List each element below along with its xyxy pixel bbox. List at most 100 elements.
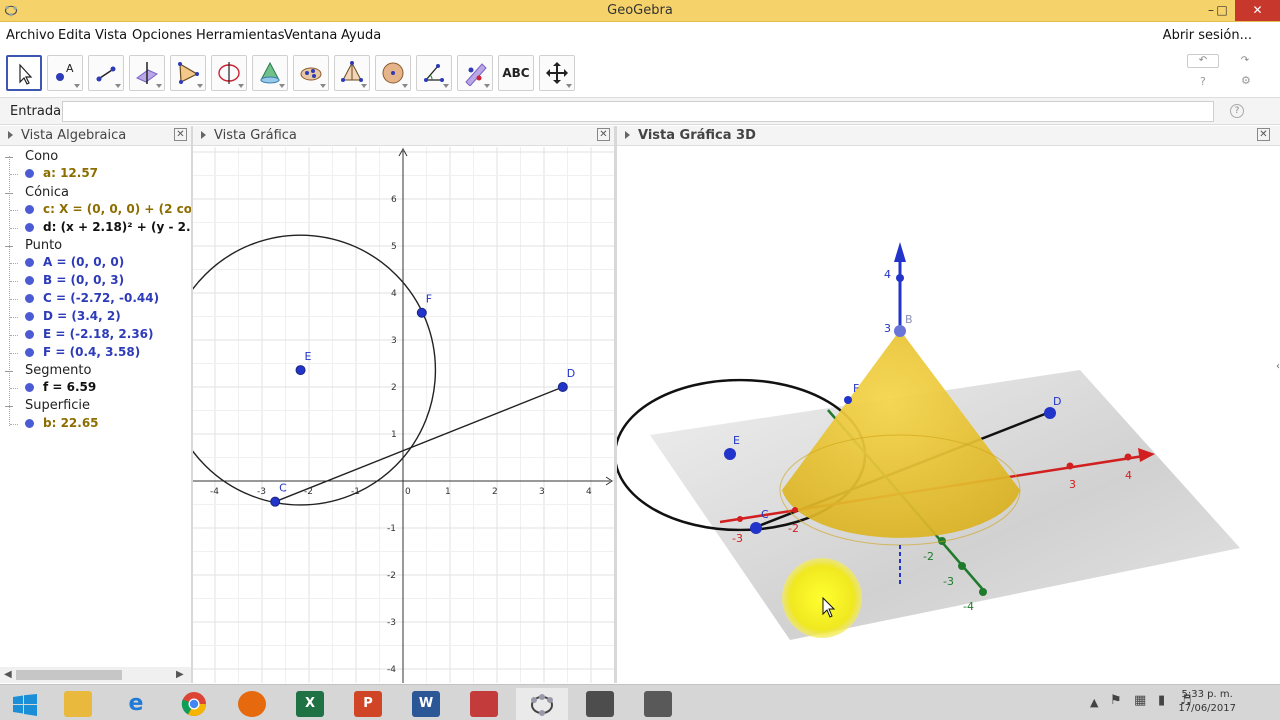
menu-edita[interactable]: Edita bbox=[58, 28, 91, 43]
menu-herramientas[interactable]: Herramientas bbox=[196, 28, 285, 43]
category-cono[interactable]: Cono bbox=[0, 148, 191, 166]
taskbar-camtasia-recorder[interactable] bbox=[632, 688, 684, 720]
undo-button[interactable]: ↶ bbox=[1187, 54, 1219, 68]
taskbar-firefox[interactable] bbox=[226, 688, 278, 720]
visibility-toggle-icon[interactable] bbox=[25, 258, 34, 267]
intersect-surfaces-tool-button[interactable] bbox=[252, 55, 288, 91]
visibility-toggle-icon[interactable] bbox=[25, 312, 34, 321]
taskbar-camtasia[interactable] bbox=[574, 688, 626, 720]
taskbar-ie[interactable]: e bbox=[110, 688, 162, 720]
graphics3d-view-close-icon[interactable]: ✕ bbox=[1257, 128, 1270, 141]
point-d-3d[interactable] bbox=[1044, 407, 1056, 419]
graphics-view-close-icon[interactable]: ✕ bbox=[597, 128, 610, 141]
taskbar-chrome[interactable] bbox=[168, 688, 220, 720]
algebra-horizontal-scrollbar[interactable]: ◀ ▶ bbox=[0, 667, 191, 683]
algebra-item-d[interactable]: d: (x + 2.18)² + (y - 2.36 bbox=[0, 219, 191, 237]
move-view-tool-button[interactable] bbox=[539, 55, 575, 91]
graphics-3d-canvas[interactable]: 4 3 B D E C F 3 4 -2 -3 -2 -3 -4 bbox=[617, 147, 1280, 683]
help-icon[interactable]: ? bbox=[1200, 75, 1206, 88]
reflect-tool-button[interactable] bbox=[457, 55, 493, 91]
point-c[interactable] bbox=[270, 496, 281, 507]
intersect-surfaces-tool-icon bbox=[260, 61, 280, 84]
algebra-view-close-icon[interactable]: ✕ bbox=[174, 128, 187, 141]
category-superficie[interactable]: Superficie bbox=[0, 397, 191, 415]
sign-in-link[interactable]: Abrir sesión... bbox=[1163, 28, 1252, 43]
menu-opciones[interactable]: Opciones bbox=[132, 28, 192, 43]
point-e-3d[interactable] bbox=[724, 448, 736, 460]
algebra-item-point-b[interactable]: B = (0, 0, 3) bbox=[0, 272, 191, 290]
menu-vista[interactable]: Vista bbox=[95, 28, 127, 43]
menu-archivo[interactable]: Archivo bbox=[6, 28, 55, 43]
text-tool-button[interactable]: ABC bbox=[498, 55, 534, 91]
algebra-item-b[interactable]: b: 22.65 bbox=[0, 415, 191, 433]
algebra-item-point-d[interactable]: D = (3.4, 2) bbox=[0, 308, 191, 326]
visibility-toggle-icon[interactable] bbox=[25, 276, 34, 285]
visibility-toggle-icon[interactable] bbox=[25, 223, 34, 232]
menu-ventana[interactable]: Ventana bbox=[284, 28, 337, 43]
point-f[interactable] bbox=[416, 307, 427, 318]
visibility-toggle-icon[interactable] bbox=[25, 169, 34, 178]
algebra-item-a[interactable]: a: 12.57 bbox=[0, 165, 191, 183]
close-button[interactable]: ✕ bbox=[1235, 0, 1280, 21]
tree-connector bbox=[10, 353, 18, 354]
algebra-item-point-c[interactable]: C = (-2.72, -0.44) bbox=[0, 290, 191, 308]
network-icon[interactable]: ▦ bbox=[1134, 693, 1146, 708]
visibility-toggle-icon[interactable] bbox=[25, 330, 34, 339]
move-tool-button[interactable] bbox=[6, 55, 42, 91]
point-e[interactable] bbox=[295, 365, 306, 376]
circle-tool-button[interactable] bbox=[211, 55, 247, 91]
tray-expand-icon[interactable]: ▲ bbox=[1090, 696, 1098, 709]
algebra-item-point-a[interactable]: A = (0, 0, 0) bbox=[0, 254, 191, 272]
point-d[interactable] bbox=[557, 382, 568, 392]
taskbar-geogebra[interactable] bbox=[516, 688, 568, 720]
algebra-item-f[interactable]: f = 6.59 bbox=[0, 379, 191, 397]
graphics3d-view-expand-icon[interactable] bbox=[625, 131, 630, 139]
visibility-toggle-icon[interactable] bbox=[25, 348, 34, 357]
algebra-item-point-e[interactable]: E = (-2.18, 2.36) bbox=[0, 326, 191, 344]
perpendicular-tool-button[interactable] bbox=[129, 55, 165, 91]
taskbar-word[interactable]: W bbox=[400, 688, 452, 720]
input-help-icon[interactable]: ? bbox=[1230, 104, 1244, 118]
category-punto[interactable]: Punto bbox=[0, 237, 191, 255]
point-c-3d[interactable] bbox=[750, 522, 762, 534]
line-tool-button[interactable] bbox=[88, 55, 124, 91]
category-segmento[interactable]: Segmento bbox=[0, 362, 191, 380]
pyramid-tool-button[interactable] bbox=[293, 55, 329, 91]
panel-collapse-arrow-icon[interactable]: ‹ bbox=[1276, 361, 1280, 372]
pyramid-net-tool-button[interactable] bbox=[334, 55, 370, 91]
taskbar-explorer[interactable] bbox=[52, 688, 104, 720]
visibility-toggle-icon[interactable] bbox=[25, 383, 34, 392]
point-tool-button[interactable]: A bbox=[47, 55, 83, 91]
scroll-left-icon[interactable]: ◀ bbox=[4, 669, 12, 680]
point-b-3d[interactable] bbox=[894, 325, 906, 337]
angle-tool-button[interactable] bbox=[416, 55, 452, 91]
input-field[interactable] bbox=[62, 101, 1214, 122]
scroll-thumb[interactable] bbox=[16, 670, 122, 680]
graphics-view-3d[interactable]: 4 3 B D E C F 3 4 -2 -3 -2 -3 -4 ‹ bbox=[617, 147, 1280, 683]
polygon-tool-button[interactable] bbox=[170, 55, 206, 91]
redo-button[interactable]: ↷ bbox=[1229, 54, 1261, 68]
taskbar-powerpoint[interactable]: P bbox=[342, 688, 394, 720]
graphics-view-2d[interactable]: -4 -3 -2 -1 0 1 2 3 4 1 2 3 4 5 6 -1 -2 -3 -4 C D E F bbox=[193, 147, 614, 683]
taskbar-presentation[interactable] bbox=[458, 688, 510, 720]
graphics-view-expand-icon[interactable] bbox=[201, 131, 206, 139]
sphere-tool-button[interactable] bbox=[375, 55, 411, 91]
start-button[interactable] bbox=[0, 688, 52, 720]
scroll-right-icon[interactable]: ▶ bbox=[176, 669, 184, 680]
visibility-toggle-icon[interactable] bbox=[25, 205, 34, 214]
graphics-2d-canvas[interactable]: -4 -3 -2 -1 0 1 2 3 4123456-1-2-3-4CDEF bbox=[193, 147, 614, 683]
action-center-icon[interactable]: ⚑ bbox=[1110, 693, 1122, 708]
taskbar-clock[interactable]: 5:33 p. m. 17/06/2017 bbox=[1178, 688, 1236, 716]
taskbar-excel[interactable]: X bbox=[284, 688, 336, 720]
algebra-view-expand-icon[interactable] bbox=[8, 131, 13, 139]
point-f-3d[interactable] bbox=[844, 396, 852, 404]
settings-gear-icon[interactable]: ⚙ bbox=[1241, 74, 1251, 87]
battery-icon[interactable]: ▮ bbox=[1158, 693, 1165, 708]
visibility-toggle-icon[interactable] bbox=[25, 419, 34, 428]
visibility-toggle-icon[interactable] bbox=[25, 294, 34, 303]
maximize-button[interactable]: □ bbox=[1208, 0, 1236, 21]
category-conica[interactable]: Cónica bbox=[0, 184, 191, 202]
algebra-item-c[interactable]: c: X = (0, 0, 0) + (2 cos( bbox=[0, 201, 191, 219]
menu-ayuda[interactable]: Ayuda bbox=[341, 28, 381, 43]
algebra-item-point-f[interactable]: F = (0.4, 3.58) bbox=[0, 344, 191, 362]
